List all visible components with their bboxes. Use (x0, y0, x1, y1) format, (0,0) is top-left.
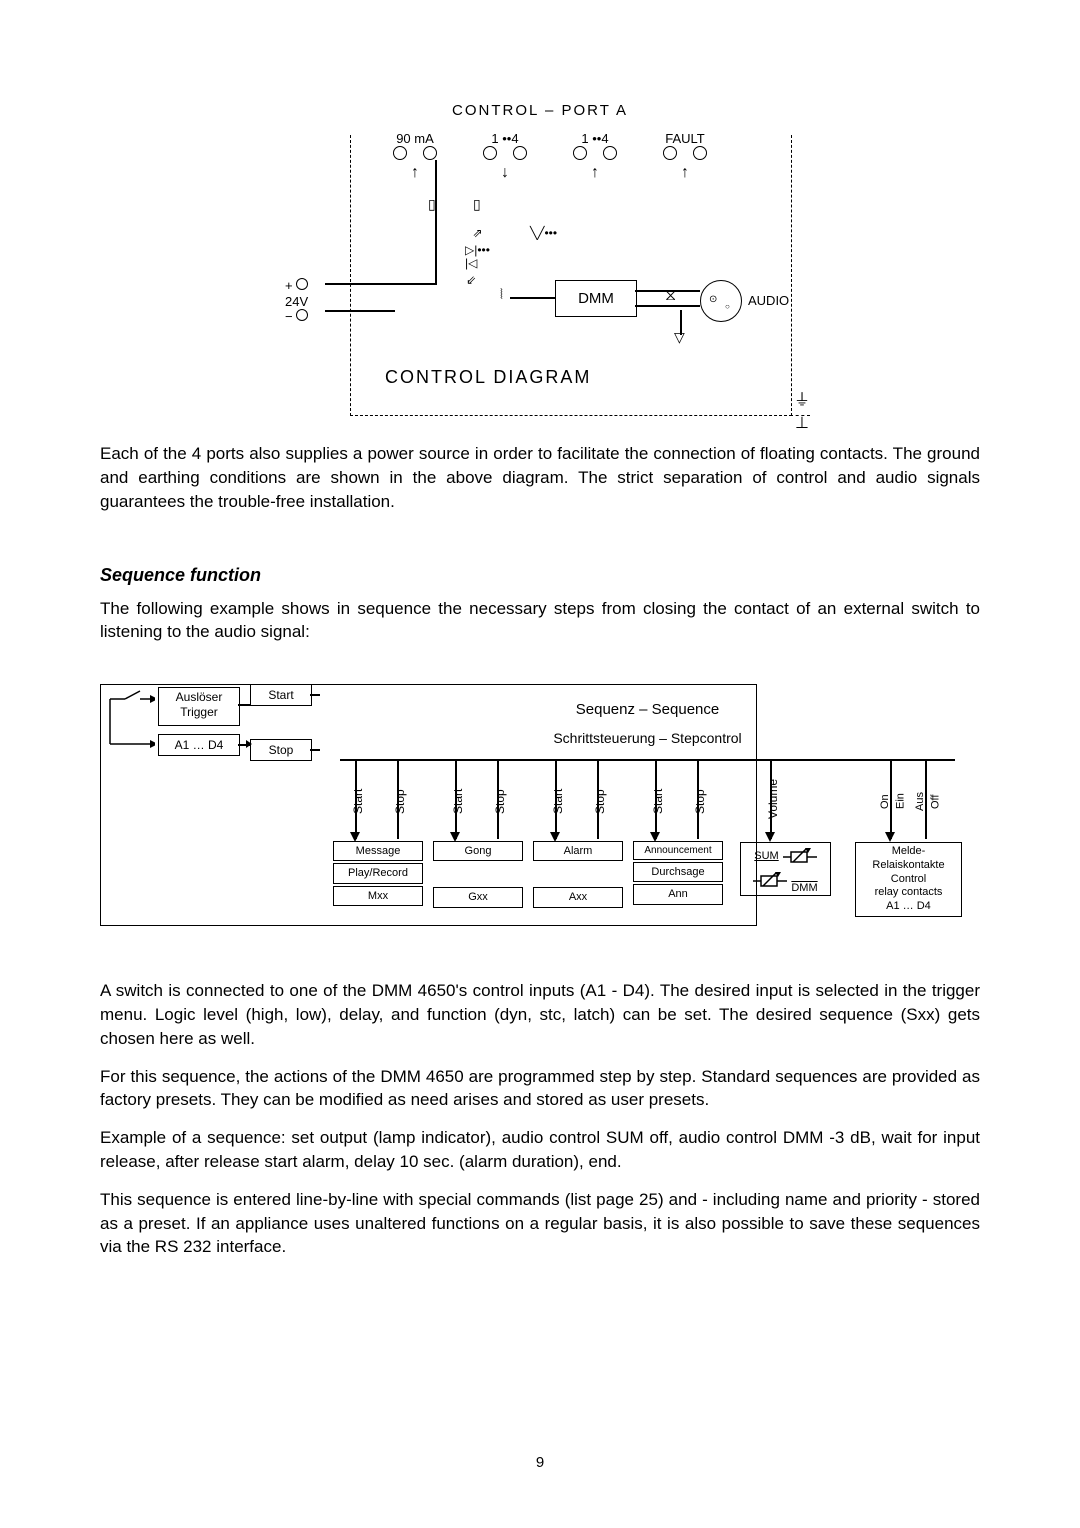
diagram-title: CONTROL – PORT A (270, 100, 810, 121)
paragraph-3: A switch is connected to one of the DMM … (100, 979, 980, 1050)
switch-symbol (105, 689, 155, 749)
vert-start: Start (550, 774, 567, 829)
paragraph-4: For this sequence, the actions of the DM… (100, 1065, 980, 1113)
vert-aus-off: Aus Off (913, 779, 944, 824)
paragraph-6: This sequence is entered line-by-line wi… (100, 1188, 980, 1259)
page-number: 9 (0, 1452, 1080, 1473)
vert-start: Start (450, 774, 467, 829)
control-diagram-container: CONTROL – PORT A 90 mA ↑ 1 ••4 ↓ 1 ••4 ↑… (100, 100, 980, 430)
sum-dmm-box: SUM DMM (740, 842, 831, 896)
vert-stop: Stop (392, 774, 409, 829)
col-gong: Gong Gxx (433, 839, 523, 910)
24v-supply: + 24V − (285, 278, 308, 325)
stepcontrol-title: Schrittsteuerung – Stepcontrol (320, 729, 975, 749)
trigger-en: Trigger (180, 705, 218, 719)
ground-symbol: ⏚⊥ (794, 390, 810, 435)
control-diagram-label: CONTROL DIAGRAM (385, 365, 591, 390)
vert-stop: Stop (592, 774, 609, 829)
sequence-title: Sequenz – Sequence (320, 699, 975, 720)
trigger-box: Auslöser Trigger (158, 687, 240, 726)
section-heading-sequence-function: Sequence function (100, 563, 980, 588)
sequence-diagram: Auslöser Trigger A1 … D4 Start Stop Sequ… (100, 684, 980, 934)
vert-start: Start (350, 774, 367, 829)
stop-box: Stop (250, 739, 312, 761)
start-box: Start (250, 684, 312, 706)
paragraph-1: Each of the 4 ports also supplies a powe… (100, 442, 980, 513)
vert-stop: Stop (492, 774, 509, 829)
paragraph-2: The following example shows in sequence … (100, 597, 980, 645)
trigger-de: Auslöser (176, 690, 223, 704)
audio-jack: ⊙ ○ (700, 280, 742, 322)
relay-contacts-box: Melde- Relaiskontakte Control relay cont… (855, 842, 962, 917)
col-message: Message Play/Record Mxx (333, 839, 423, 908)
a1-d4-box: A1 … D4 (158, 734, 240, 756)
vert-on-ein: On Ein (878, 779, 909, 824)
control-port-a-diagram: CONTROL – PORT A 90 mA ↑ 1 ••4 ↓ 1 ••4 ↑… (270, 100, 810, 430)
col-announcement: Announcement Durchsage Ann (633, 839, 723, 907)
audio-label: AUDIO (748, 292, 789, 310)
paragraph-5: Example of a sequence: set output (lamp … (100, 1126, 980, 1174)
vert-start: Start (650, 774, 667, 829)
vert-volume: Volume (765, 769, 782, 829)
vert-stop: Stop (692, 774, 709, 829)
dmm-block: DMM (555, 280, 637, 317)
col-alarm: Alarm Axx (533, 839, 623, 910)
